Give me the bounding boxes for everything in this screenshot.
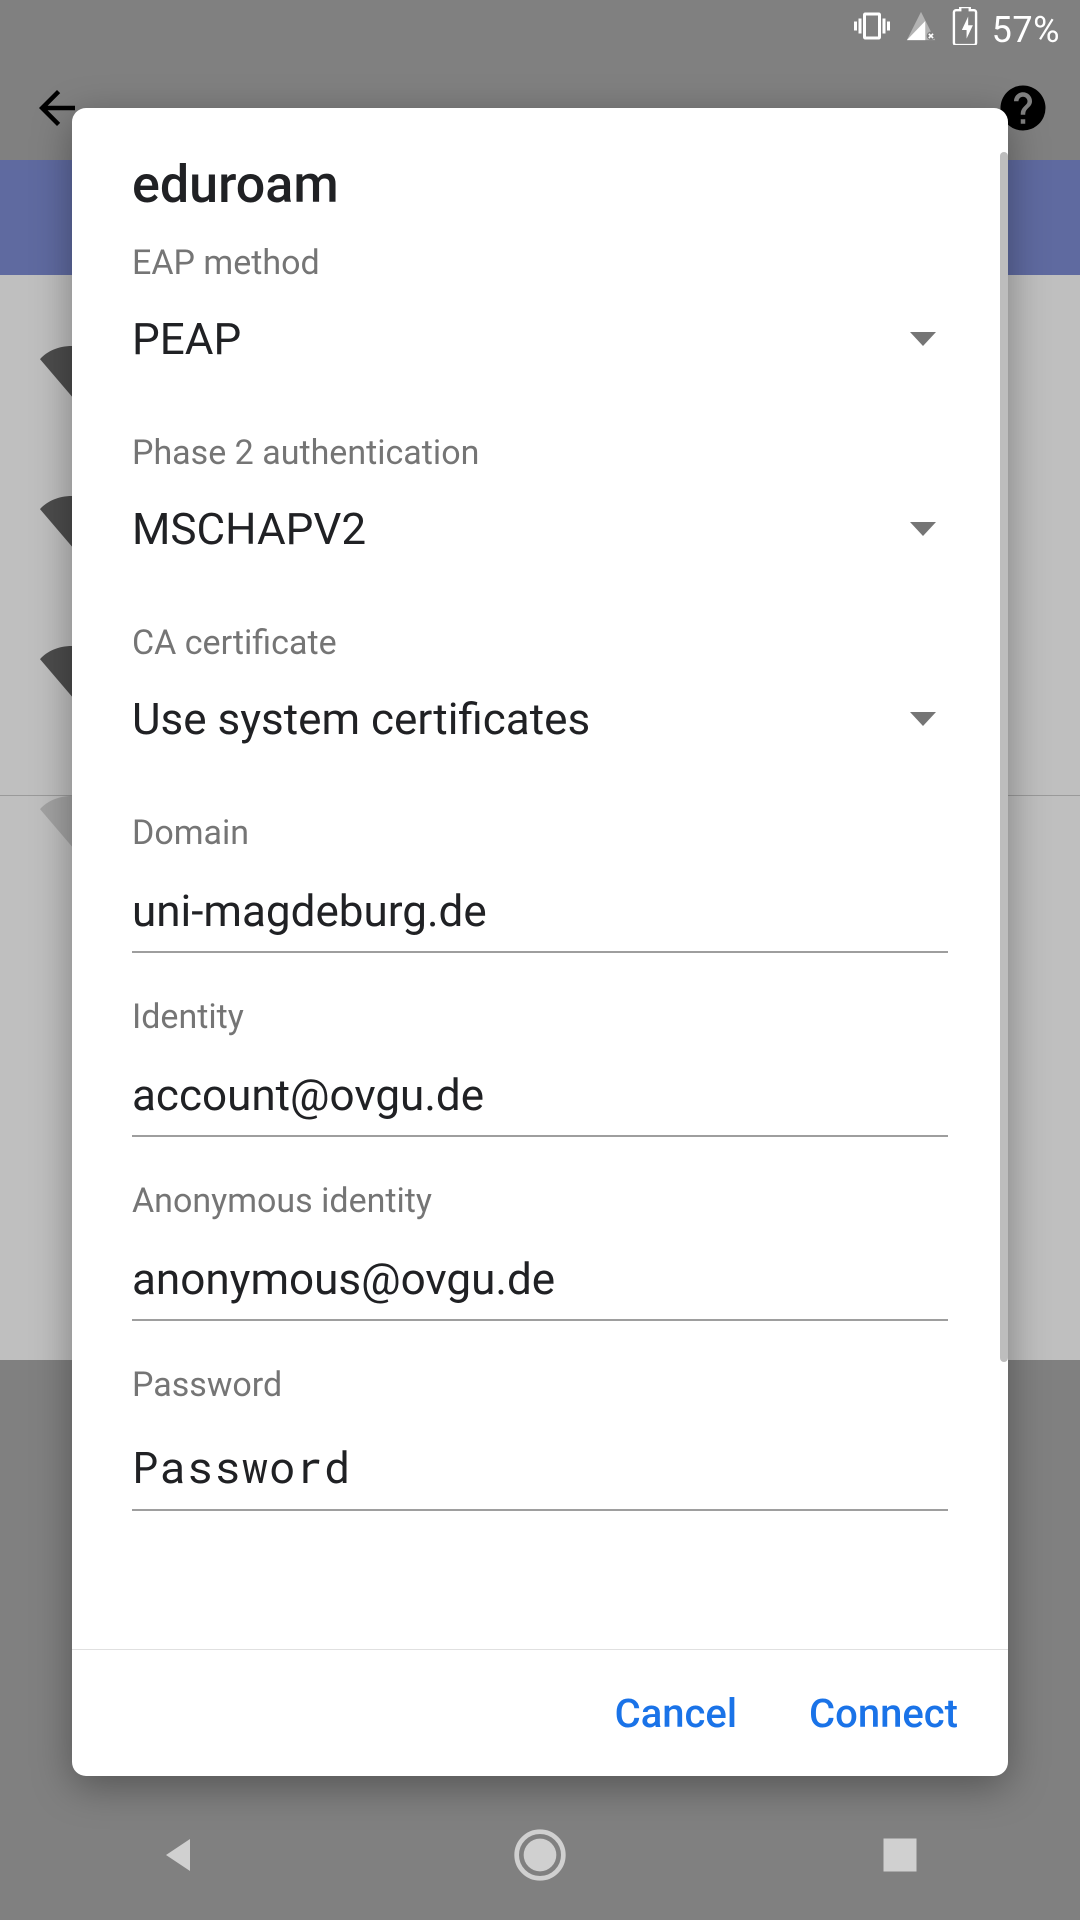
nav-recent-button[interactable] <box>800 1833 1000 1877</box>
battery-icon <box>952 7 978 54</box>
eap-method-label: EAP method <box>132 243 948 283</box>
chevron-down-icon <box>910 332 936 346</box>
chevron-down-icon <box>910 712 936 726</box>
password-label: Password <box>132 1365 948 1405</box>
identity-label: Identity <box>132 997 948 1037</box>
domain-label: Domain <box>132 813 948 853</box>
eap-method-value: PEAP <box>132 313 241 365</box>
battery-percent: 57% <box>992 9 1060 51</box>
phase2-value: MSCHAPV2 <box>132 503 366 555</box>
connect-button[interactable]: Connect <box>803 1680 964 1747</box>
status-bar: 57% <box>0 0 1080 60</box>
scrollbar[interactable] <box>1000 152 1008 1362</box>
nav-home-button[interactable] <box>440 1827 640 1883</box>
domain-input[interactable] <box>132 879 948 953</box>
dialog-title: eduroam <box>132 154 948 215</box>
phase2-dropdown[interactable]: MSCHAPV2 <box>132 499 948 579</box>
password-input[interactable] <box>132 1431 948 1511</box>
anonymous-identity-input[interactable] <box>132 1247 948 1321</box>
phase2-label: Phase 2 authentication <box>132 433 948 473</box>
anonymous-identity-label: Anonymous identity <box>132 1181 948 1221</box>
ca-certificate-value: Use system certificates <box>132 693 590 745</box>
cancel-button[interactable]: Cancel <box>609 1680 743 1747</box>
navigation-bar <box>0 1790 1080 1920</box>
wifi-config-dialog: eduroam EAP method PEAP Phase 2 authenti… <box>72 108 1008 1776</box>
eap-method-dropdown[interactable]: PEAP <box>132 309 948 389</box>
identity-input[interactable] <box>132 1063 948 1137</box>
ca-certificate-dropdown[interactable]: Use system certificates <box>132 689 948 769</box>
signal-icon <box>904 9 938 52</box>
nav-back-button[interactable] <box>80 1831 280 1879</box>
chevron-down-icon <box>910 522 936 536</box>
vibrate-icon <box>854 8 890 53</box>
ca-certificate-label: CA certificate <box>132 623 948 663</box>
dialog-footer: Cancel Connect <box>72 1650 1008 1776</box>
